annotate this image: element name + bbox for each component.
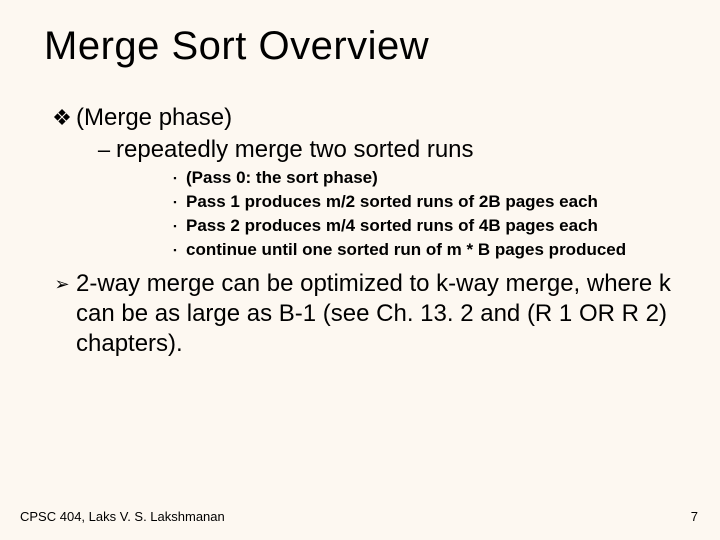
square-icon: ▪: [164, 239, 186, 261]
text-pass1: Pass 1 produces m/2 sorted runs of 2B pa…: [186, 191, 680, 213]
diamond-icon: ❖: [48, 103, 76, 133]
square-icon: ▪: [164, 215, 186, 237]
subsub-pass0: ▪ (Pass 0: the sort phase): [164, 167, 680, 189]
text-continue: continue until one sorted run of m * B p…: [186, 239, 680, 261]
page-number: 7: [691, 509, 698, 524]
subsub-pass1: ▪ Pass 1 produces m/2 sorted runs of 2B …: [164, 191, 680, 213]
footer-course: CPSC 404, Laks V. S. Lakshmanan: [20, 509, 225, 524]
subsub-pass2: ▪ Pass 2 produces m/4 sorted runs of 4B …: [164, 215, 680, 237]
text-merge-phase: (Merge phase): [76, 103, 680, 133]
slide-title: Merge Sort Overview: [44, 24, 680, 69]
text-pass0: (Pass 0: the sort phase): [186, 167, 680, 189]
square-icon: ▪: [164, 167, 186, 189]
text-pass2: Pass 2 produces m/4 sorted runs of 4B pa…: [186, 215, 680, 237]
square-icon: ▪: [164, 191, 186, 213]
text-kway-merge: 2-way merge can be optimized to k-way me…: [76, 269, 680, 359]
text-repeatedly-merge: repeatedly merge two sorted runs: [116, 135, 680, 165]
subsub-continue: ▪ continue until one sorted run of m * B…: [164, 239, 680, 261]
dash-icon: –: [92, 135, 116, 165]
bullet-kway-merge: ➢ 2-way merge can be optimized to k-way …: [48, 269, 680, 359]
subbullet-repeatedly-merge: – repeatedly merge two sorted runs: [92, 135, 680, 165]
arrow-icon: ➢: [48, 269, 76, 299]
bullet-merge-phase: ❖ (Merge phase): [48, 103, 680, 133]
slide: Merge Sort Overview ❖ (Merge phase) – re…: [0, 0, 720, 540]
